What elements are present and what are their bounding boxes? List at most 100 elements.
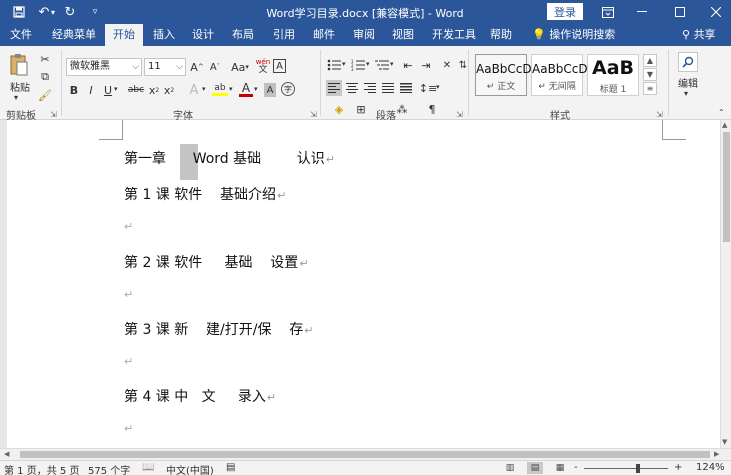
tab-file[interactable]: 文件 (10, 24, 32, 46)
subscript-button[interactable]: x2 (148, 83, 160, 97)
align-left-icon[interactable] (326, 80, 342, 96)
customize-icon[interactable]: ▿ (86, 3, 104, 21)
minimize-icon[interactable] (626, 0, 658, 24)
bold-button[interactable]: B (68, 83, 80, 97)
tab-classic-menu[interactable]: 经典菜单 (52, 24, 96, 46)
doc-line-empty[interactable]: ↵ (124, 288, 133, 301)
scroll-up-icon[interactable]: ▲ (722, 121, 727, 129)
format-painter-icon[interactable]: 🖌 (38, 88, 52, 102)
login-button[interactable]: 登录 (547, 3, 583, 20)
chevron-up-icon[interactable]: ▲ (643, 54, 657, 67)
web-layout-icon[interactable]: ▦ (552, 462, 568, 474)
scroll-left-icon[interactable]: ◀ (4, 450, 9, 458)
tab-design[interactable]: 设计 (192, 24, 214, 46)
document-page[interactable]: 第一章 Word 基础 认识↵ 第 1 课 软件 基础介绍↵ ↵ 第 2 课 软… (7, 120, 720, 448)
tab-mailings[interactable]: 邮件 (313, 24, 335, 46)
tab-layout[interactable]: 布局 (232, 24, 254, 46)
change-case-icon[interactable]: Aa ▾ (229, 59, 251, 75)
doc-line-2[interactable]: 第 1 课 软件 基础介绍↵ (124, 184, 286, 204)
tab-insert[interactable]: 插入 (153, 24, 175, 46)
restore-icon[interactable] (664, 0, 696, 24)
tab-home[interactable]: 开始 (105, 24, 143, 46)
text-effects-icon[interactable]: A (187, 82, 201, 98)
style-normal[interactable]: AaBbCcD ↵ 正文 (475, 54, 532, 96)
highlight-icon[interactable]: ab (212, 82, 228, 96)
read-mode-icon[interactable]: ▥ (502, 462, 518, 474)
scroll-right-icon[interactable]: ▶ (714, 450, 719, 458)
ribbon-display-icon[interactable] (592, 0, 624, 24)
save-icon[interactable] (10, 3, 28, 21)
italic-button[interactable]: I (85, 83, 97, 97)
chevron-down-icon[interactable]: ▾ (254, 85, 258, 93)
paste-button[interactable]: 粘贴 (8, 80, 32, 94)
horizontal-scrollbar[interactable]: ◀ ▶ (0, 448, 731, 460)
underline-button[interactable]: U (102, 83, 114, 97)
undo-dropdown-icon[interactable]: ▾ (48, 3, 58, 21)
tab-review[interactable]: 审阅 (353, 24, 375, 46)
tab-view[interactable]: 视图 (392, 24, 414, 46)
chevron-down-icon[interactable]: ▾ (684, 89, 688, 98)
macro-record-icon[interactable]: ▤ (226, 462, 235, 473)
font-size-combo[interactable]: 11 ⌵ (144, 58, 186, 76)
borders-icon[interactable]: ⊞ (354, 102, 368, 116)
tell-me-search[interactable]: 💡 操作说明搜索 (532, 24, 615, 46)
zoom-slider-track[interactable] (584, 468, 668, 469)
paragraph-launcher-icon[interactable]: ⇲ (456, 110, 463, 119)
asian-layout-icon[interactable]: ⁂ (395, 102, 409, 116)
share-button[interactable]: ⚲ 共享 (682, 24, 716, 46)
increase-indent-icon[interactable]: ⇥ (418, 57, 434, 73)
chevron-down-icon[interactable]: ▼ (643, 68, 657, 81)
superscript-button[interactable]: x2 (163, 83, 175, 97)
collapse-ribbon-icon[interactable]: ⌃ (718, 108, 725, 117)
copy-icon[interactable]: ⧉ (38, 70, 52, 84)
shrink-font-icon[interactable]: Aˇ (208, 59, 222, 75)
tab-references[interactable]: 引用 (273, 24, 295, 46)
vertical-scroll-thumb[interactable] (723, 132, 730, 242)
language-indicator[interactable]: 中文(中国) (166, 462, 214, 475)
zoom-out-button[interactable]: - (574, 462, 578, 473)
doc-line-1[interactable]: 第一章 Word 基础 认识↵ (124, 148, 335, 168)
doc-line-4[interactable]: 第 3 课 新 建/打开/保 存↵ (124, 319, 314, 339)
justify-icon[interactable] (380, 80, 396, 96)
word-count[interactable]: 575 个字 (88, 462, 130, 475)
grow-font-icon[interactable]: A ^ (190, 59, 204, 75)
proofing-icon[interactable]: 📖 (142, 462, 154, 473)
more-styles-icon[interactable]: ≡ (643, 82, 657, 95)
doc-line-5[interactable]: 第 4 课 中 文 录入↵ (124, 386, 276, 406)
chinese-layout-icon[interactable]: ✕ (440, 57, 454, 73)
search-icon[interactable] (678, 52, 698, 72)
strikethrough-button[interactable]: abc (127, 83, 145, 97)
shading-icon[interactable]: ◈ (332, 102, 346, 116)
character-shading-icon[interactable]: A (264, 83, 276, 97)
bullets-icon[interactable] (326, 57, 342, 73)
paste-dropdown-icon[interactable]: ▾ (14, 93, 18, 102)
cut-icon[interactable]: ✂ (38, 52, 52, 66)
vertical-scrollbar[interactable]: ▲ ▼ (720, 120, 731, 448)
align-right-icon[interactable] (362, 80, 378, 96)
font-color-icon[interactable]: A (239, 81, 253, 97)
tab-developer[interactable]: 开发工具 (432, 24, 476, 46)
chevron-down-icon[interactable]: ▾ (202, 85, 206, 93)
redo-icon[interactable]: ↻ (61, 3, 79, 21)
zoom-slider-thumb[interactable] (636, 464, 640, 473)
font-launcher-icon[interactable]: ⇲ (310, 110, 317, 119)
close-icon[interactable] (700, 0, 731, 24)
styles-launcher-icon[interactable]: ⇲ (656, 110, 663, 119)
chevron-down-icon[interactable]: ▾ (436, 83, 440, 91)
doc-line-empty[interactable]: ↵ (124, 422, 133, 435)
doc-line-3[interactable]: 第 2 课 软件 基础 设置↵ (124, 252, 309, 272)
style-no-spacing[interactable]: AaBbCcD ↵ 无间隔 (531, 54, 588, 96)
print-layout-icon[interactable]: ▤ (527, 462, 543, 474)
doc-line-empty[interactable]: ↵ (124, 355, 133, 368)
tab-help[interactable]: 帮助 (490, 24, 512, 46)
zoom-in-button[interactable]: + (674, 462, 682, 473)
editing-button[interactable]: 编辑 (677, 76, 699, 90)
enclose-characters-icon[interactable]: 字 (281, 82, 295, 96)
phonetic-guide-icon[interactable]: wén 文 (256, 57, 270, 75)
character-border-icon[interactable]: A (273, 59, 286, 73)
chevron-down-icon[interactable]: ▾ (366, 60, 370, 68)
horizontal-scroll-thumb[interactable] (20, 451, 710, 458)
chevron-down-icon[interactable]: ▾ (342, 60, 346, 68)
decrease-indent-icon[interactable]: ⇤ (400, 57, 416, 73)
numbering-icon[interactable]: 123 (350, 57, 366, 73)
